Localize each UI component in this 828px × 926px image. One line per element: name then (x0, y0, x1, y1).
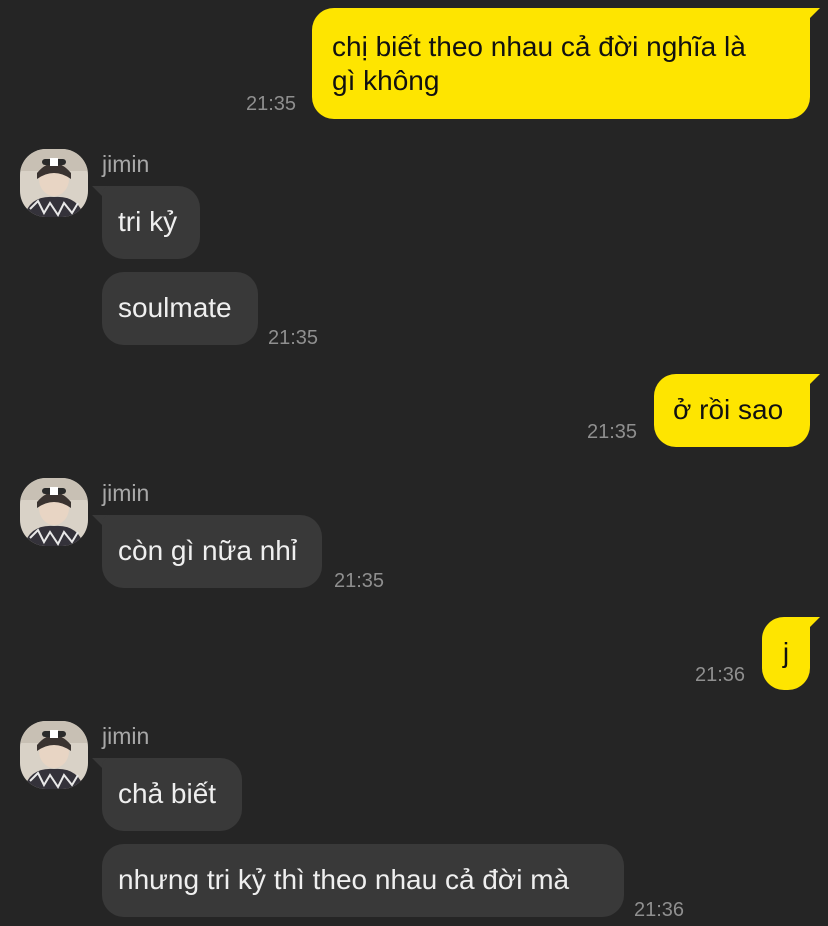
outgoing-message-bubble[interactable]: chị biết theo nhau cả đời nghĩa là gì kh… (312, 8, 810, 119)
incoming-message-bubble[interactable]: chả biết (102, 758, 242, 831)
message-text: còn gì nữa nhỉ (118, 535, 298, 566)
sender-name: jimin (102, 151, 150, 177)
incoming-message-bubble[interactable]: nhưng tri kỷ thì theo nhau cả đời mà (102, 844, 624, 917)
message-timestamp: 21:35 (334, 570, 385, 592)
message-text: tri kỷ (118, 206, 178, 237)
sender-avatar[interactable] (20, 149, 88, 217)
message-text: j (782, 637, 790, 668)
message-text-line: chị biết theo nhau cả đời nghĩa là (332, 31, 746, 62)
bubble-tail (800, 8, 820, 28)
message-timestamp: 21:36 (695, 664, 746, 686)
sender-name: jimin (102, 723, 150, 749)
outgoing-message-bubble[interactable]: ở rồi sao (654, 374, 810, 447)
sender-avatar[interactable] (20, 478, 88, 546)
incoming-message-bubble[interactable]: tri kỷ (102, 186, 200, 259)
bubble-tail (800, 617, 820, 637)
incoming-message-bubble[interactable]: soulmate (102, 272, 258, 345)
message-text: chả biết (118, 778, 217, 809)
message-text: soulmate (118, 292, 232, 323)
message-text: ở rồi sao (673, 394, 784, 425)
message-text-line: gì không (332, 65, 440, 96)
avatar-photo-icon (20, 149, 88, 217)
sender-name: jimin (102, 480, 150, 506)
incoming-message-bubble[interactable]: còn gì nữa nhỉ (102, 515, 322, 588)
message-timestamp: 21:35 (246, 93, 297, 115)
bubble-tail (800, 374, 820, 394)
message-timestamp: 21:35 (587, 421, 638, 443)
message-timestamp: 21:36 (634, 899, 685, 921)
message-timestamp: 21:35 (268, 327, 319, 349)
sender-avatar[interactable] (20, 721, 88, 789)
message-text: nhưng tri kỷ thì theo nhau cả đời mà (118, 864, 570, 895)
chat-view[interactable]: 21:35 chị biết theo nhau cả đời nghĩa là… (0, 0, 828, 926)
avatar-photo-icon (20, 478, 88, 546)
avatar-photo-icon (20, 721, 88, 789)
